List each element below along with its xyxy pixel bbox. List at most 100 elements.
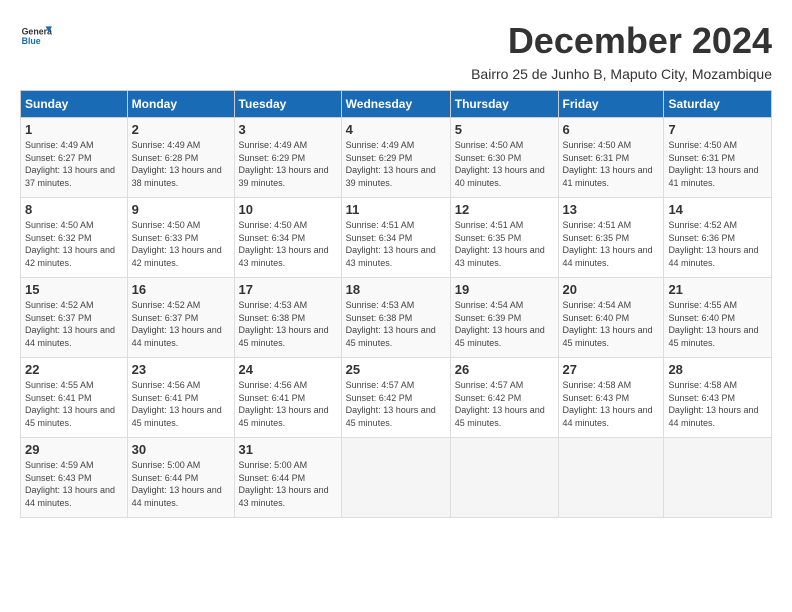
day-number: 18: [346, 282, 446, 297]
day-info: Sunrise: 4:49 AMSunset: 6:27 PMDaylight:…: [25, 139, 123, 189]
logo-icon: General Blue: [20, 20, 52, 52]
day-info: Sunrise: 4:57 AMSunset: 6:42 PMDaylight:…: [346, 379, 446, 429]
day-info: Sunrise: 4:51 AMSunset: 6:35 PMDaylight:…: [455, 219, 554, 269]
calendar-cell: 9 Sunrise: 4:50 AMSunset: 6:33 PMDaylight…: [127, 198, 234, 278]
day-info: Sunrise: 4:50 AMSunset: 6:32 PMDaylight:…: [25, 219, 123, 269]
weekday-header: Friday: [558, 91, 664, 118]
calendar-cell: 23 Sunrise: 4:56 AMSunset: 6:41 PMDayligh…: [127, 358, 234, 438]
calendar-cell: [341, 438, 450, 518]
calendar-cell: 31 Sunrise: 5:00 AMSunset: 6:44 PMDayligh…: [234, 438, 341, 518]
calendar-cell: 19 Sunrise: 4:54 AMSunset: 6:39 PMDayligh…: [450, 278, 558, 358]
day-number: 24: [239, 362, 337, 377]
day-number: 5: [455, 122, 554, 137]
day-number: 4: [346, 122, 446, 137]
weekday-header: Sunday: [21, 91, 128, 118]
day-number: 9: [132, 202, 230, 217]
calendar-cell: 29Sunrise: 4:59 AMSunset: 6:43 PMDayligh…: [21, 438, 128, 518]
day-info: Sunrise: 4:57 AMSunset: 6:42 PMDaylight:…: [455, 379, 554, 429]
calendar-week-row: 29Sunrise: 4:59 AMSunset: 6:43 PMDayligh…: [21, 438, 772, 518]
day-info: Sunrise: 4:58 AMSunset: 6:43 PMDaylight:…: [668, 379, 767, 429]
day-number: 22: [25, 362, 123, 377]
calendar-cell: 18 Sunrise: 4:53 AMSunset: 6:38 PMDayligh…: [341, 278, 450, 358]
calendar-cell: 20Sunrise: 4:54 AMSunset: 6:40 PMDayligh…: [558, 278, 664, 358]
calendar-week-row: 1Sunrise: 4:49 AMSunset: 6:27 PMDaylight…: [21, 118, 772, 198]
day-number: 3: [239, 122, 337, 137]
day-info: Sunrise: 4:49 AMSunset: 6:28 PMDaylight:…: [132, 139, 230, 189]
calendar-cell: [558, 438, 664, 518]
svg-text:Blue: Blue: [22, 36, 41, 46]
calendar-cell: 22Sunrise: 4:55 AMSunset: 6:41 PMDayligh…: [21, 358, 128, 438]
day-info: Sunrise: 4:51 AMSunset: 6:35 PMDaylight:…: [563, 219, 660, 269]
weekday-header: Wednesday: [341, 91, 450, 118]
day-number: 11: [346, 202, 446, 217]
calendar-cell: 4 Sunrise: 4:49 AMSunset: 6:29 PMDaylight…: [341, 118, 450, 198]
calendar-week-row: 8 Sunrise: 4:50 AMSunset: 6:32 PMDaylight…: [21, 198, 772, 278]
day-info: Sunrise: 4:52 AMSunset: 6:37 PMDaylight:…: [132, 299, 230, 349]
calendar-cell: 27 Sunrise: 4:58 AMSunset: 6:43 PMDayligh…: [558, 358, 664, 438]
day-info: Sunrise: 4:50 AMSunset: 6:31 PMDaylight:…: [668, 139, 767, 189]
day-number: 6: [563, 122, 660, 137]
calendar-week-row: 15Sunrise: 4:52 AMSunset: 6:37 PMDayligh…: [21, 278, 772, 358]
day-info: Sunrise: 4:54 AMSunset: 6:39 PMDaylight:…: [455, 299, 554, 349]
day-number: 8: [25, 202, 123, 217]
month-title: December 2024: [508, 20, 772, 62]
day-info: Sunrise: 4:55 AMSunset: 6:40 PMDaylight:…: [668, 299, 767, 349]
day-number: 31: [239, 442, 337, 457]
calendar-cell: 6Sunrise: 4:50 AMSunset: 6:31 PMDaylight…: [558, 118, 664, 198]
calendar-cell: 25 Sunrise: 4:57 AMSunset: 6:42 PMDayligh…: [341, 358, 450, 438]
calendar-cell: 7 Sunrise: 4:50 AMSunset: 6:31 PMDaylight…: [664, 118, 772, 198]
day-number: 21: [668, 282, 767, 297]
day-number: 20: [563, 282, 660, 297]
calendar-cell: 30 Sunrise: 5:00 AMSunset: 6:44 PMDayligh…: [127, 438, 234, 518]
page-subtitle: Bairro 25 de Junho B, Maputo City, Mozam…: [20, 66, 772, 82]
day-info: Sunrise: 4:51 AMSunset: 6:34 PMDaylight:…: [346, 219, 446, 269]
day-number: 13: [563, 202, 660, 217]
calendar-table: SundayMondayTuesdayWednesdayThursdayFrid…: [20, 90, 772, 518]
day-info: Sunrise: 4:50 AMSunset: 6:33 PMDaylight:…: [132, 219, 230, 269]
weekday-header: Tuesday: [234, 91, 341, 118]
day-number: 14: [668, 202, 767, 217]
calendar-cell: 21 Sunrise: 4:55 AMSunset: 6:40 PMDayligh…: [664, 278, 772, 358]
calendar-week-row: 22Sunrise: 4:55 AMSunset: 6:41 PMDayligh…: [21, 358, 772, 438]
calendar-cell: 12 Sunrise: 4:51 AMSunset: 6:35 PMDayligh…: [450, 198, 558, 278]
day-info: Sunrise: 4:53 AMSunset: 6:38 PMDaylight:…: [239, 299, 337, 349]
calendar-cell: 8 Sunrise: 4:50 AMSunset: 6:32 PMDaylight…: [21, 198, 128, 278]
calendar-cell: 15Sunrise: 4:52 AMSunset: 6:37 PMDayligh…: [21, 278, 128, 358]
day-info: Sunrise: 4:49 AMSunset: 6:29 PMDaylight:…: [239, 139, 337, 189]
day-number: 7: [668, 122, 767, 137]
day-info: Sunrise: 4:56 AMSunset: 6:41 PMDaylight:…: [132, 379, 230, 429]
day-number: 27: [563, 362, 660, 377]
day-number: 19: [455, 282, 554, 297]
day-info: Sunrise: 4:52 AMSunset: 6:37 PMDaylight:…: [25, 299, 123, 349]
calendar-cell: 16 Sunrise: 4:52 AMSunset: 6:37 PMDayligh…: [127, 278, 234, 358]
calendar-cell: 11 Sunrise: 4:51 AMSunset: 6:34 PMDayligh…: [341, 198, 450, 278]
day-info: Sunrise: 4:58 AMSunset: 6:43 PMDaylight:…: [563, 379, 660, 429]
day-number: 17: [239, 282, 337, 297]
day-number: 23: [132, 362, 230, 377]
calendar-cell: 28Sunrise: 4:58 AMSunset: 6:43 PMDayligh…: [664, 358, 772, 438]
day-info: Sunrise: 5:00 AMSunset: 6:44 PMDaylight:…: [132, 459, 230, 509]
day-number: 16: [132, 282, 230, 297]
day-info: Sunrise: 4:50 AMSunset: 6:34 PMDaylight:…: [239, 219, 337, 269]
day-number: 12: [455, 202, 554, 217]
calendar-cell: 10 Sunrise: 4:50 AMSunset: 6:34 PMDayligh…: [234, 198, 341, 278]
day-info: Sunrise: 4:56 AMSunset: 6:41 PMDaylight:…: [239, 379, 337, 429]
day-number: 30: [132, 442, 230, 457]
day-info: Sunrise: 4:59 AMSunset: 6:43 PMDaylight:…: [25, 459, 123, 509]
day-info: Sunrise: 5:00 AMSunset: 6:44 PMDaylight:…: [239, 459, 337, 509]
calendar-cell: 1Sunrise: 4:49 AMSunset: 6:27 PMDaylight…: [21, 118, 128, 198]
calendar-cell: 14 Sunrise: 4:52 AMSunset: 6:36 PMDayligh…: [664, 198, 772, 278]
calendar-cell: 13 Sunrise: 4:51 AMSunset: 6:35 PMDayligh…: [558, 198, 664, 278]
day-number: 25: [346, 362, 446, 377]
day-info: Sunrise: 4:53 AMSunset: 6:38 PMDaylight:…: [346, 299, 446, 349]
weekday-header: Saturday: [664, 91, 772, 118]
calendar-cell: 24 Sunrise: 4:56 AMSunset: 6:41 PMDayligh…: [234, 358, 341, 438]
calendar-cell: 3 Sunrise: 4:49 AMSunset: 6:29 PMDaylight…: [234, 118, 341, 198]
weekday-header: Monday: [127, 91, 234, 118]
calendar-cell: [664, 438, 772, 518]
day-number: 10: [239, 202, 337, 217]
calendar-cell: 17 Sunrise: 4:53 AMSunset: 6:38 PMDayligh…: [234, 278, 341, 358]
calendar-cell: 26Sunrise: 4:57 AMSunset: 6:42 PMDayligh…: [450, 358, 558, 438]
day-info: Sunrise: 4:52 AMSunset: 6:36 PMDaylight:…: [668, 219, 767, 269]
day-info: Sunrise: 4:49 AMSunset: 6:29 PMDaylight:…: [346, 139, 446, 189]
